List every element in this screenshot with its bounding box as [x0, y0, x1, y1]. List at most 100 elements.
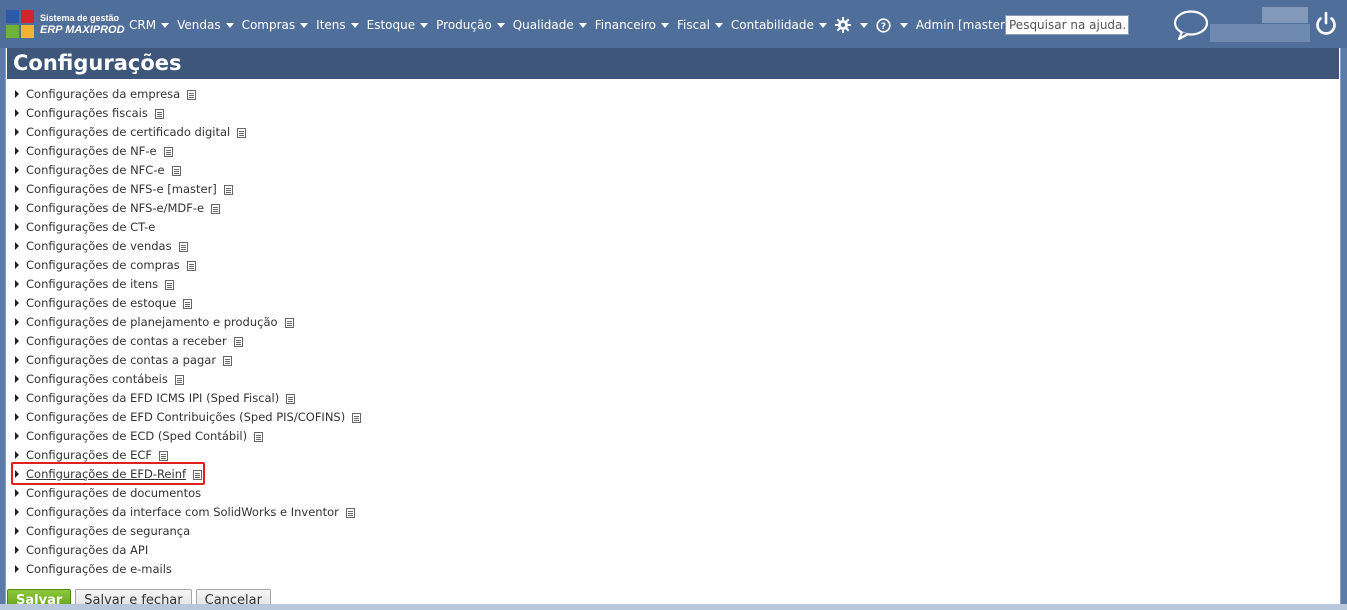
help-search-input[interactable]	[1005, 15, 1129, 35]
section-item[interactable]: Configurações de NF-e	[15, 141, 361, 160]
chevron-down-icon	[420, 22, 429, 28]
help-menu[interactable]: ?	[876, 17, 908, 33]
section-item[interactable]: Configurações de NFS-e [master]	[15, 179, 361, 198]
section-item[interactable]: Configurações de NFS-e/MDF-e	[15, 198, 361, 217]
document-icon[interactable]	[178, 241, 188, 252]
section-item[interactable]: Configurações de compras	[15, 255, 361, 274]
expand-arrow-icon[interactable]	[15, 203, 19, 212]
chevron-down-icon	[496, 22, 505, 28]
expand-arrow-icon[interactable]	[15, 165, 19, 174]
expand-arrow-icon[interactable]	[15, 184, 19, 193]
settings-panel: Configurações Configurações da empresa C…	[5, 48, 1341, 610]
section-item[interactable]: Configurações de vendas	[15, 236, 361, 255]
section-item[interactable]: Configurações de CT-e	[15, 217, 361, 236]
expand-arrow-icon[interactable]	[15, 488, 19, 497]
blurred-area	[1262, 7, 1308, 23]
document-icon[interactable]	[183, 298, 193, 309]
section-item[interactable]: Configurações de estoque	[15, 293, 361, 312]
section-item[interactable]: Configurações da EFD ICMS IPI (Sped Fisc…	[15, 388, 361, 407]
expand-arrow-icon[interactable]	[15, 545, 19, 554]
menu-qualidade[interactable]: Qualidade	[513, 18, 587, 32]
expand-arrow-icon[interactable]	[15, 564, 19, 573]
expand-arrow-icon[interactable]	[15, 89, 19, 98]
menu-estoque[interactable]: Estoque	[367, 18, 429, 32]
expand-arrow-icon[interactable]	[15, 222, 19, 231]
expand-arrow-icon[interactable]	[15, 127, 19, 136]
document-icon[interactable]	[284, 317, 294, 328]
settings-section-list: Configurações da empresa Configurações f…	[15, 84, 362, 578]
section-item[interactable]: Configurações de documentos	[15, 483, 361, 502]
logo-subtitle: Sistema de gestão	[40, 13, 120, 23]
document-icon[interactable]	[237, 127, 247, 138]
expand-arrow-icon[interactable]	[15, 412, 19, 421]
document-icon[interactable]	[174, 374, 184, 385]
expand-arrow-icon[interactable]	[15, 526, 19, 535]
menu-fiscal[interactable]: Fiscal	[677, 18, 723, 32]
document-icon[interactable]	[158, 450, 168, 461]
section-item[interactable]: Configurações de contas a pagar	[15, 350, 361, 369]
section-item[interactable]: Configurações de segurança	[15, 521, 361, 540]
menu-compras[interactable]: Compras	[242, 18, 309, 32]
section-item[interactable]: Configurações de ECD (Sped Contábil)	[15, 426, 361, 445]
document-icon[interactable]	[345, 507, 355, 518]
chevron-down-icon	[818, 22, 827, 28]
section-item[interactable]: Configurações de ECF	[15, 445, 361, 464]
section-item[interactable]: Configurações de planejamento e produção	[15, 312, 361, 331]
section-item[interactable]: Configurações de NFC-e	[15, 160, 361, 179]
document-icon[interactable]	[223, 184, 233, 195]
section-item[interactable]: Configurações de e-mails	[15, 559, 361, 578]
expand-arrow-icon[interactable]	[15, 393, 19, 402]
section-item[interactable]: Configurações da empresa	[15, 84, 361, 103]
expand-arrow-icon[interactable]	[15, 355, 19, 364]
document-icon[interactable]	[223, 355, 233, 366]
document-icon[interactable]	[165, 279, 175, 290]
section-item[interactable]: Configurações da API	[15, 540, 361, 559]
section-item[interactable]: Configurações contábeis	[15, 369, 361, 388]
svg-text:?: ?	[881, 22, 886, 32]
document-icon[interactable]	[233, 336, 243, 347]
expand-arrow-icon[interactable]	[15, 279, 19, 288]
section-item[interactable]: Configurações de contas a receber	[15, 331, 361, 350]
document-icon[interactable]	[186, 260, 196, 271]
document-icon[interactable]	[187, 89, 197, 100]
expand-arrow-icon[interactable]	[15, 260, 19, 269]
expand-arrow-icon[interactable]	[15, 146, 19, 155]
question-icon: ?	[876, 17, 891, 33]
chevron-down-icon	[714, 22, 723, 28]
expand-arrow-icon[interactable]	[15, 450, 19, 459]
menu-crm[interactable]: CRM	[129, 18, 170, 32]
document-icon[interactable]	[352, 412, 362, 423]
document-icon[interactable]	[154, 108, 164, 119]
expand-arrow-icon[interactable]	[15, 507, 19, 516]
menu-financeiro[interactable]: Financeiro	[595, 18, 670, 32]
section-item[interactable]: Configurações de certificado digital	[15, 122, 361, 141]
menu-contabilidade[interactable]: Contabilidade	[731, 18, 827, 32]
expand-arrow-icon[interactable]	[15, 336, 19, 345]
section-item[interactable]: Configurações da interface com SolidWork…	[15, 502, 361, 521]
section-item-efd-reinf[interactable]: Configurações de EFD-Reinf	[15, 464, 361, 483]
document-icon[interactable]	[211, 203, 221, 214]
expand-arrow-icon[interactable]	[15, 298, 19, 307]
power-icon[interactable]	[1314, 11, 1338, 37]
menu-producao[interactable]: Produção	[436, 18, 505, 32]
expand-arrow-icon[interactable]	[15, 317, 19, 326]
document-icon[interactable]	[171, 165, 181, 176]
gear-icon	[834, 17, 851, 33]
document-icon[interactable]	[286, 393, 296, 404]
expand-arrow-icon[interactable]	[15, 431, 19, 440]
app-logo[interactable]: Sistema de gestão ERP MAXIPROD	[6, 10, 125, 38]
section-item[interactable]: Configurações de EFD Contribuições (Sped…	[15, 407, 362, 426]
expand-arrow-icon[interactable]	[15, 241, 19, 250]
settings-menu[interactable]	[834, 17, 868, 33]
expand-arrow-icon[interactable]	[15, 469, 19, 478]
chat-bubble-icon[interactable]	[1172, 9, 1210, 41]
document-icon[interactable]	[163, 146, 173, 157]
document-icon[interactable]	[254, 431, 264, 442]
section-item[interactable]: Configurações de itens	[15, 274, 361, 293]
expand-arrow-icon[interactable]	[15, 374, 19, 383]
expand-arrow-icon[interactable]	[15, 108, 19, 117]
menu-itens[interactable]: Itens	[316, 18, 359, 32]
menu-vendas[interactable]: Vendas	[177, 18, 234, 32]
section-item[interactable]: Configurações fiscais	[15, 103, 361, 122]
document-icon[interactable]	[193, 469, 203, 480]
